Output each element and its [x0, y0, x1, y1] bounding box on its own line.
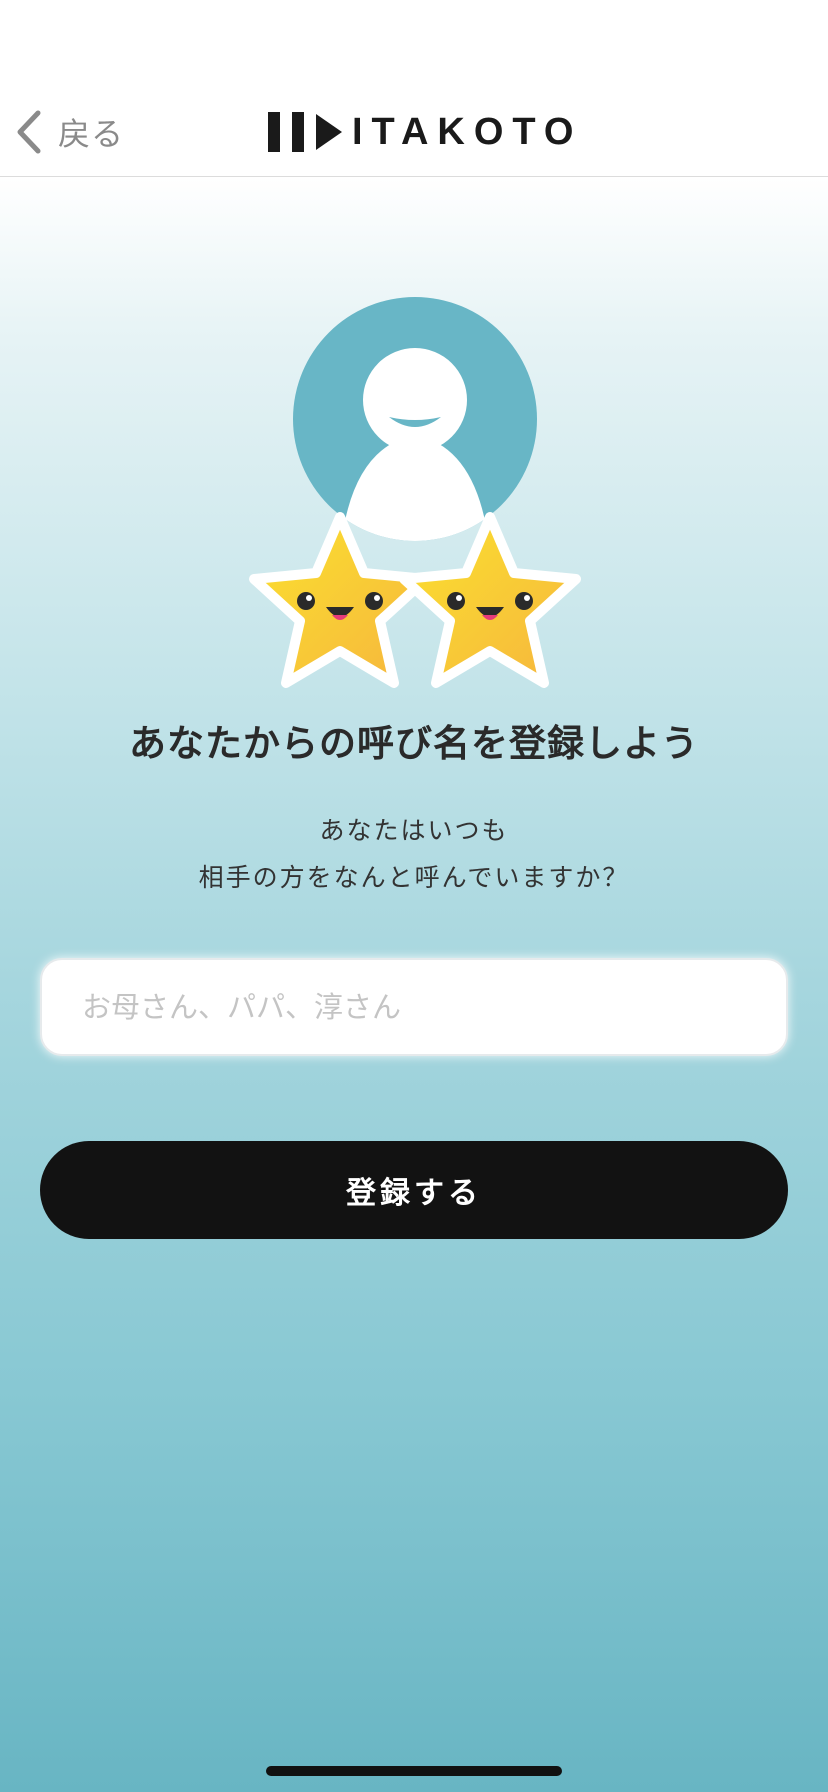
back-button[interactable]: 戻る — [14, 106, 124, 158]
status-bar — [0, 0, 828, 88]
logo-text: ITAKOTO — [352, 111, 583, 153]
app-logo: ITAKOTO — [268, 112, 582, 152]
subtitle-line-1: あなたはいつも — [319, 816, 509, 845]
subtitle-line-2: 相手の方をなんと呼んでいますか？ — [198, 863, 630, 892]
home-indicator — [266, 1766, 562, 1776]
page-title: あなたからの呼び名を登録しよう — [129, 722, 699, 765]
main-content: あなたからの呼び名を登録しよう あなたはいつも 相手の方をなんと呼んでいますか？… — [0, 177, 828, 1792]
smiling-star-icon — [399, 512, 581, 688]
register-button[interactable]: 登録する — [40, 1141, 788, 1239]
navigation-bar: 戻る ITAKOTO — [0, 88, 828, 177]
back-chevron-icon — [17, 110, 41, 154]
back-label: 戻る — [58, 115, 125, 153]
nickname-input[interactable] — [40, 958, 788, 1056]
person-avatar-icon — [293, 297, 537, 541]
avatar-illustration — [240, 297, 600, 717]
itakoto-logo-icon — [268, 112, 342, 152]
